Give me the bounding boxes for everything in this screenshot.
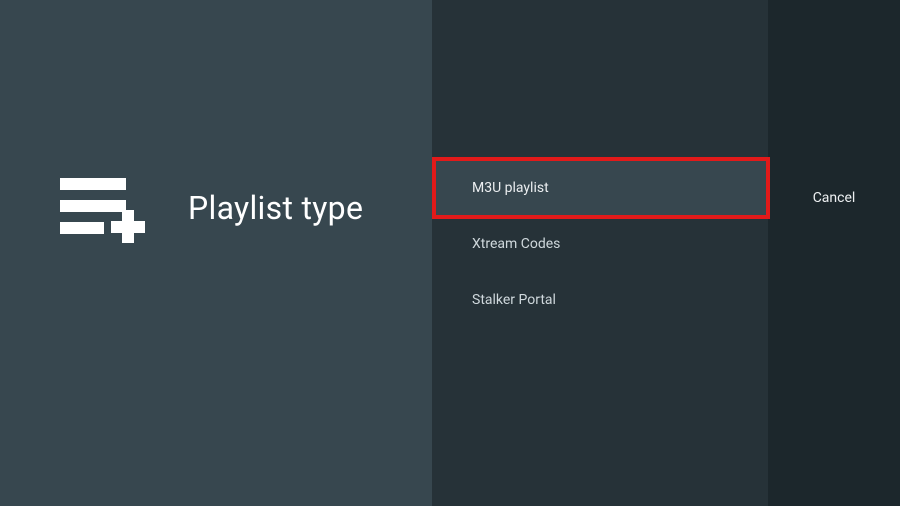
page-title: Playlist type [188,189,363,227]
option-label: Xtream Codes [472,236,560,252]
cancel-button[interactable]: Cancel [813,190,856,210]
playlist-add-icon [60,173,150,243]
left-pane: Playlist type [0,0,432,506]
option-xtream-codes[interactable]: Xtream Codes [432,216,768,272]
option-stalker-portal[interactable]: Stalker Portal [432,272,768,328]
options-pane: M3U playlist Xtream Codes Stalker Portal [432,0,768,506]
option-label: Stalker Portal [472,292,556,308]
left-content: Playlist type [60,173,363,243]
option-m3u-playlist[interactable]: M3U playlist [432,160,768,216]
right-pane: Cancel [768,0,900,506]
option-label: M3U playlist [472,180,549,196]
